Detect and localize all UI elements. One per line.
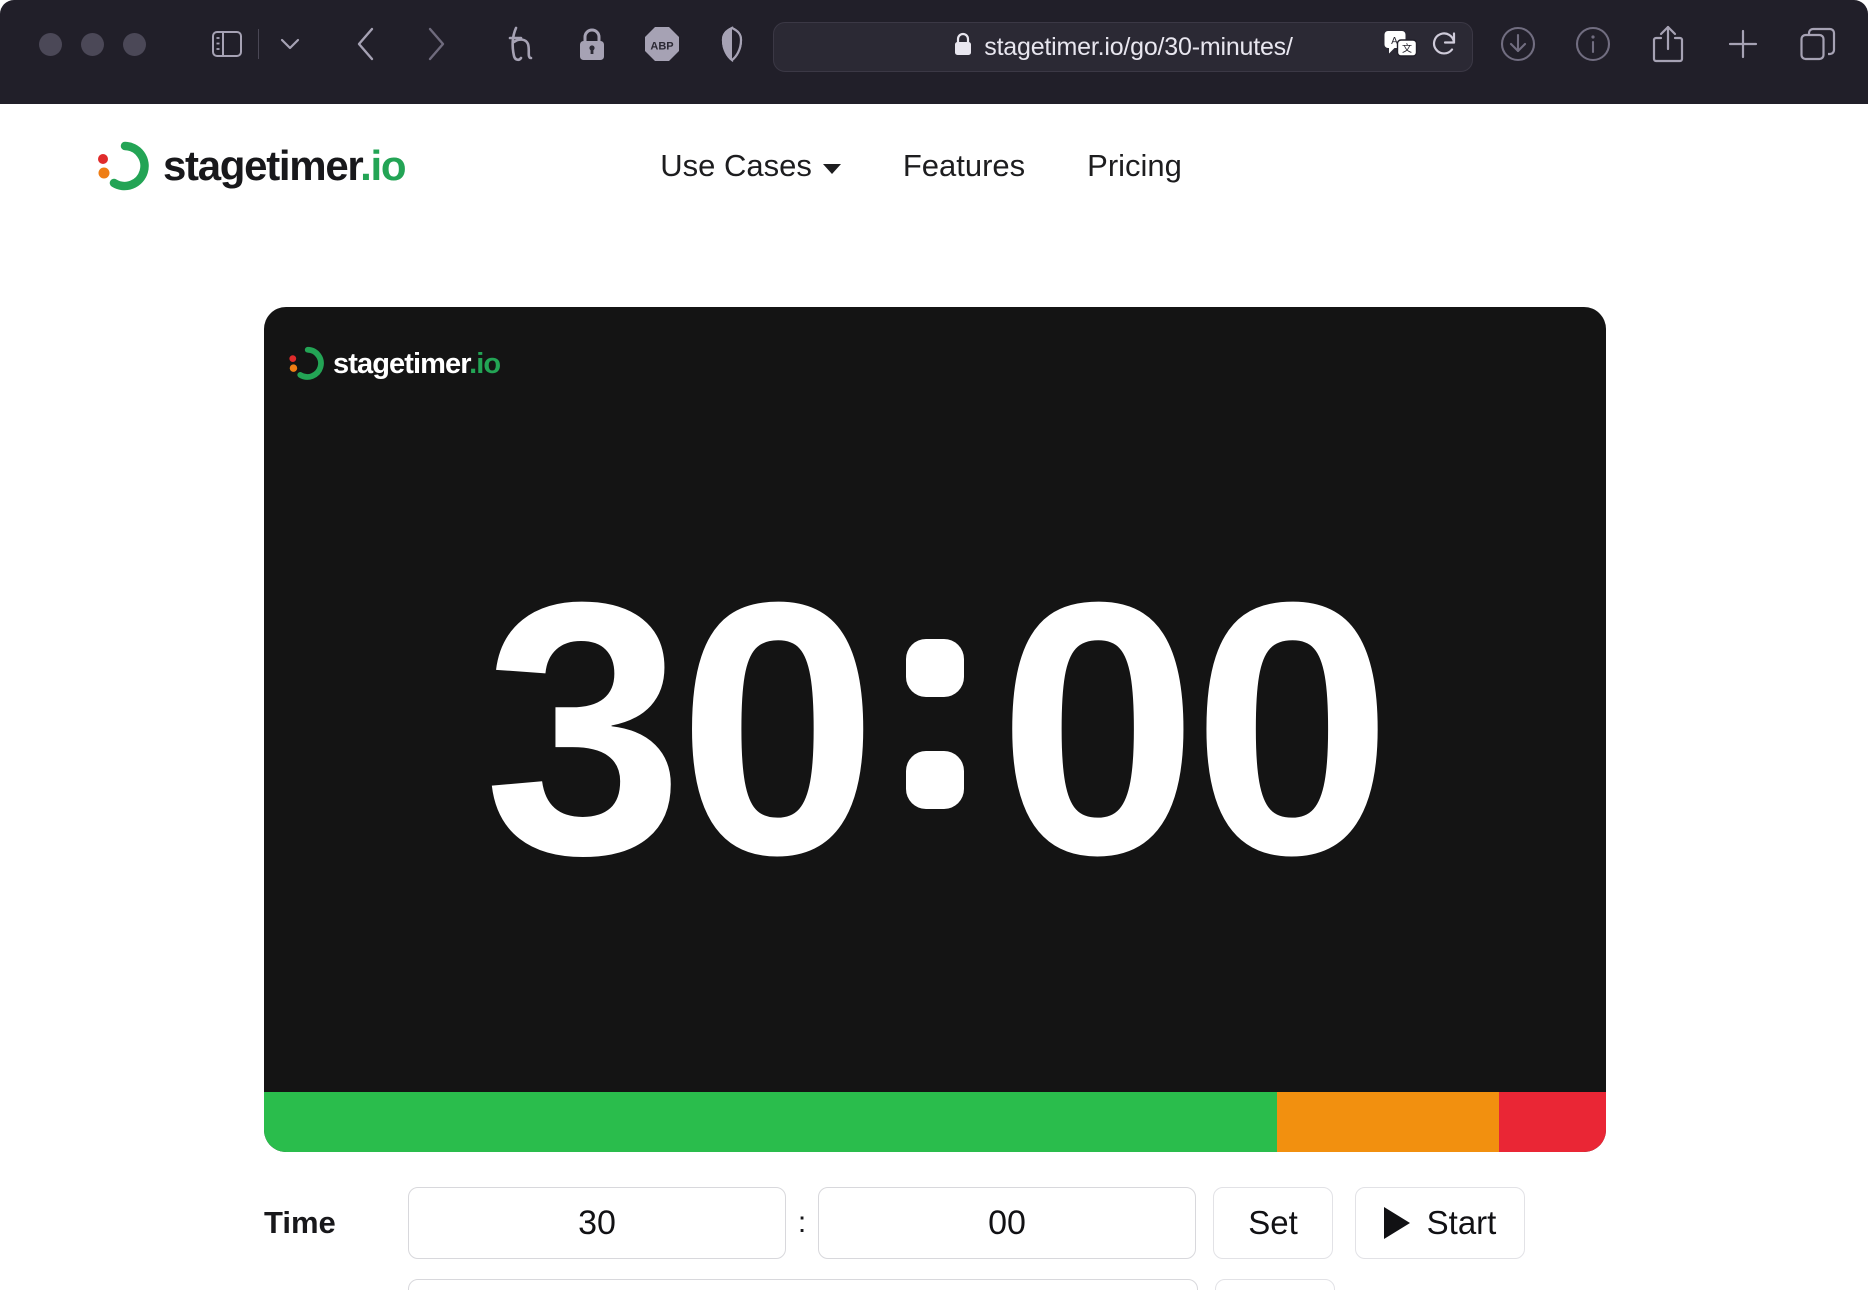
start-button[interactable]: Start [1355, 1187, 1525, 1259]
nav-item-label: Use Cases [660, 148, 812, 183]
window-traffic-lights[interactable] [39, 32, 146, 56]
timer-colon-separator [906, 638, 964, 809]
sidebar-controls [204, 21, 313, 67]
timer-minutes: 30 [483, 527, 878, 930]
translate-icon[interactable]: A 文 [1384, 31, 1418, 64]
extension-icons: ABP [499, 21, 755, 67]
close-window-button[interactable] [39, 32, 62, 56]
secondary-action-button[interactable] [1215, 1279, 1335, 1290]
site-logo[interactable]: stagetimer.io [93, 136, 407, 197]
colon-dot-bottom [906, 750, 964, 809]
page-content: stagetimer.io Use Cases Features Pricing [0, 104, 1868, 1290]
minutes-input[interactable]: 30 [408, 1187, 786, 1259]
time-control-row: Time 30 : 00 Set Start [264, 1187, 1606, 1259]
url-bar[interactable]: stagetimer.io/go/30-minutes/ A 文 [773, 22, 1473, 72]
start-button-label: Start [1426, 1204, 1497, 1241]
site-logo-tld: .io [360, 142, 406, 189]
share-icon[interactable] [1645, 21, 1691, 67]
svg-text:ABP: ABP [650, 41, 673, 53]
toolbar-right-actions [1495, 21, 1841, 67]
timer-seconds: 00 [998, 527, 1392, 930]
colon-dot-top [906, 638, 964, 697]
honey-extension-icon[interactable] [499, 21, 545, 67]
info-icon[interactable] [1570, 21, 1616, 67]
time-input-separator: : [797, 1206, 807, 1239]
nav-item-label: Pricing [1087, 148, 1182, 183]
timer-display-card: stagetimer.io 30 00 [264, 307, 1606, 1152]
minimize-window-button[interactable] [81, 32, 104, 56]
browser-chrome: ABP stagetimer.io/go/30-minutes/ A 文 [0, 0, 1868, 104]
timer-progress-bar [264, 1092, 1606, 1152]
seconds-input[interactable]: 00 [818, 1187, 1196, 1259]
site-logo-name: stagetimer [163, 142, 361, 189]
tab-overview-icon[interactable] [1795, 21, 1841, 67]
chevron-down-icon[interactable] [267, 21, 313, 67]
reload-icon[interactable] [1432, 31, 1458, 64]
browser-toolbar: ABP stagetimer.io/go/30-minutes/ A 文 [0, 0, 1868, 88]
timer-controls: Time 30 : 00 Set Start [264, 1187, 1606, 1290]
privacy-shield-icon[interactable] [709, 21, 755, 67]
url-text: stagetimer.io/go/30-minutes/ [984, 32, 1293, 61]
toolbar-divider [258, 29, 259, 59]
progress-segment-warning [1277, 1092, 1499, 1152]
secondary-control-row [264, 1279, 1606, 1290]
nav-item-use-cases[interactable]: Use Cases [660, 148, 841, 184]
site-logo-text: stagetimer.io [163, 142, 407, 190]
secondary-text-input[interactable] [408, 1279, 1198, 1290]
nav-item-label: Features [902, 148, 1026, 183]
url-display: stagetimer.io/go/30-minutes/ [953, 32, 1293, 62]
site-header: stagetimer.io Use Cases Features Pricing [0, 104, 1868, 228]
sidebar-icon[interactable] [204, 21, 250, 67]
seconds-input-value: 00 [988, 1203, 1026, 1242]
progress-segment-normal [264, 1092, 1278, 1152]
forward-chevron-icon[interactable] [413, 21, 459, 67]
site-nav: Use Cases Features Pricing [660, 148, 1182, 184]
timer-readout: 30 00 [264, 307, 1606, 1152]
nav-item-features[interactable]: Features [903, 148, 1025, 184]
download-icon[interactable] [1495, 21, 1541, 67]
set-button[interactable]: Set [1213, 1187, 1333, 1259]
nav-item-pricing[interactable]: Pricing [1087, 148, 1182, 184]
play-icon [1383, 1207, 1410, 1239]
chevron-down-icon [822, 163, 841, 174]
padlock-extension-icon[interactable] [569, 21, 615, 67]
time-label: Time [264, 1205, 336, 1240]
svg-text:文: 文 [1402, 42, 1412, 55]
maximize-window-button[interactable] [123, 32, 146, 56]
url-bar-actions: A 文 [1384, 31, 1458, 64]
lock-icon [953, 32, 973, 62]
adblock-plus-icon[interactable]: ABP [639, 21, 685, 67]
set-button-label: Set [1248, 1204, 1298, 1241]
minutes-input-value: 30 [578, 1203, 616, 1242]
progress-segment-danger [1498, 1092, 1606, 1152]
plus-icon[interactable] [1720, 21, 1766, 67]
navigation-buttons [343, 21, 459, 67]
back-chevron-icon[interactable] [343, 21, 389, 67]
stagetimer-logo-mark-icon [93, 136, 149, 197]
